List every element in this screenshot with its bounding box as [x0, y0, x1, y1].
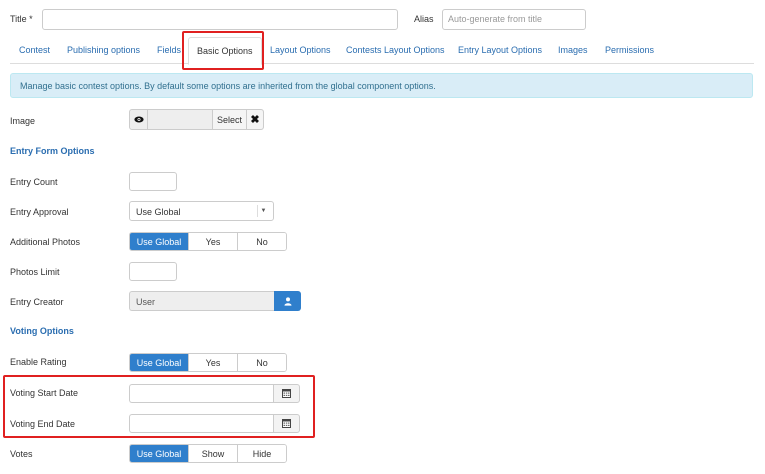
votes-use-global[interactable]: Use Global: [130, 445, 188, 462]
user-select-button[interactable]: [274, 291, 301, 311]
additional-photos-toggle: Use Global Yes No: [129, 232, 287, 251]
close-icon[interactable]: ✖: [246, 110, 263, 129]
tab-layout-options[interactable]: Layout Options: [270, 37, 331, 64]
entry-count-input[interactable]: [129, 172, 177, 191]
tab-publishing-options[interactable]: Publishing options: [67, 37, 140, 64]
image-field: Select ✖: [129, 109, 264, 130]
tab-entry-layout-options[interactable]: Entry Layout Options: [458, 37, 542, 64]
votes-label: Votes: [10, 449, 33, 459]
votes-toggle: Use Global Show Hide: [129, 444, 287, 463]
tab-contest[interactable]: Contest: [19, 37, 50, 64]
entry-approval-select[interactable]: Use Global ▼: [129, 201, 274, 221]
image-path-display: [148, 110, 212, 129]
user-icon: [284, 296, 291, 306]
tab-fields[interactable]: Fields: [157, 37, 181, 64]
entry-approval-label: Entry Approval: [10, 207, 69, 217]
image-label: Image: [10, 116, 36, 126]
entry-form-heading: Entry Form Options: [10, 146, 95, 156]
votes-show[interactable]: Show: [188, 445, 237, 462]
highlight-basic-options-tab: [182, 31, 264, 70]
tab-contests-layout-options[interactable]: Contests Layout Options: [346, 37, 445, 64]
enable-rating-label: Enable Rating: [10, 357, 67, 367]
eye-icon[interactable]: [130, 110, 148, 129]
additional-photos-no[interactable]: No: [237, 233, 286, 250]
info-alert: Manage basic contest options. By default…: [10, 73, 753, 98]
photos-limit-label: Photos Limit: [10, 267, 60, 277]
additional-photos-yes[interactable]: Yes: [188, 233, 237, 250]
tab-images[interactable]: Images: [558, 37, 588, 64]
image-select-button[interactable]: Select: [212, 110, 246, 129]
title-input[interactable]: [42, 9, 398, 30]
title-label: Title *: [10, 14, 33, 24]
tab-bar: Contest Publishing options Fields Basic …: [10, 37, 754, 65]
enable-rating-toggle: Use Global Yes No: [129, 353, 287, 372]
photos-limit-input[interactable]: [129, 262, 177, 281]
additional-photos-label: Additional Photos: [10, 237, 81, 247]
highlight-voting-dates: [3, 375, 315, 438]
voting-heading: Voting Options: [10, 326, 74, 336]
alias-input[interactable]: Auto-generate from title: [442, 9, 586, 30]
enable-rating-no[interactable]: No: [237, 354, 286, 371]
chevron-down-icon: ▼: [257, 205, 269, 217]
enable-rating-use-global[interactable]: Use Global: [130, 354, 188, 371]
entry-count-label: Entry Count: [10, 177, 58, 187]
enable-rating-yes[interactable]: Yes: [188, 354, 237, 371]
tab-permissions[interactable]: Permissions: [605, 37, 654, 64]
entry-creator-field: User: [129, 291, 274, 311]
entry-approval-value: Use Global: [136, 207, 181, 217]
votes-hide[interactable]: Hide: [237, 445, 286, 462]
entry-creator-label: Entry Creator: [10, 297, 64, 307]
alias-label: Alias: [414, 14, 434, 24]
additional-photos-use-global[interactable]: Use Global: [130, 233, 188, 250]
